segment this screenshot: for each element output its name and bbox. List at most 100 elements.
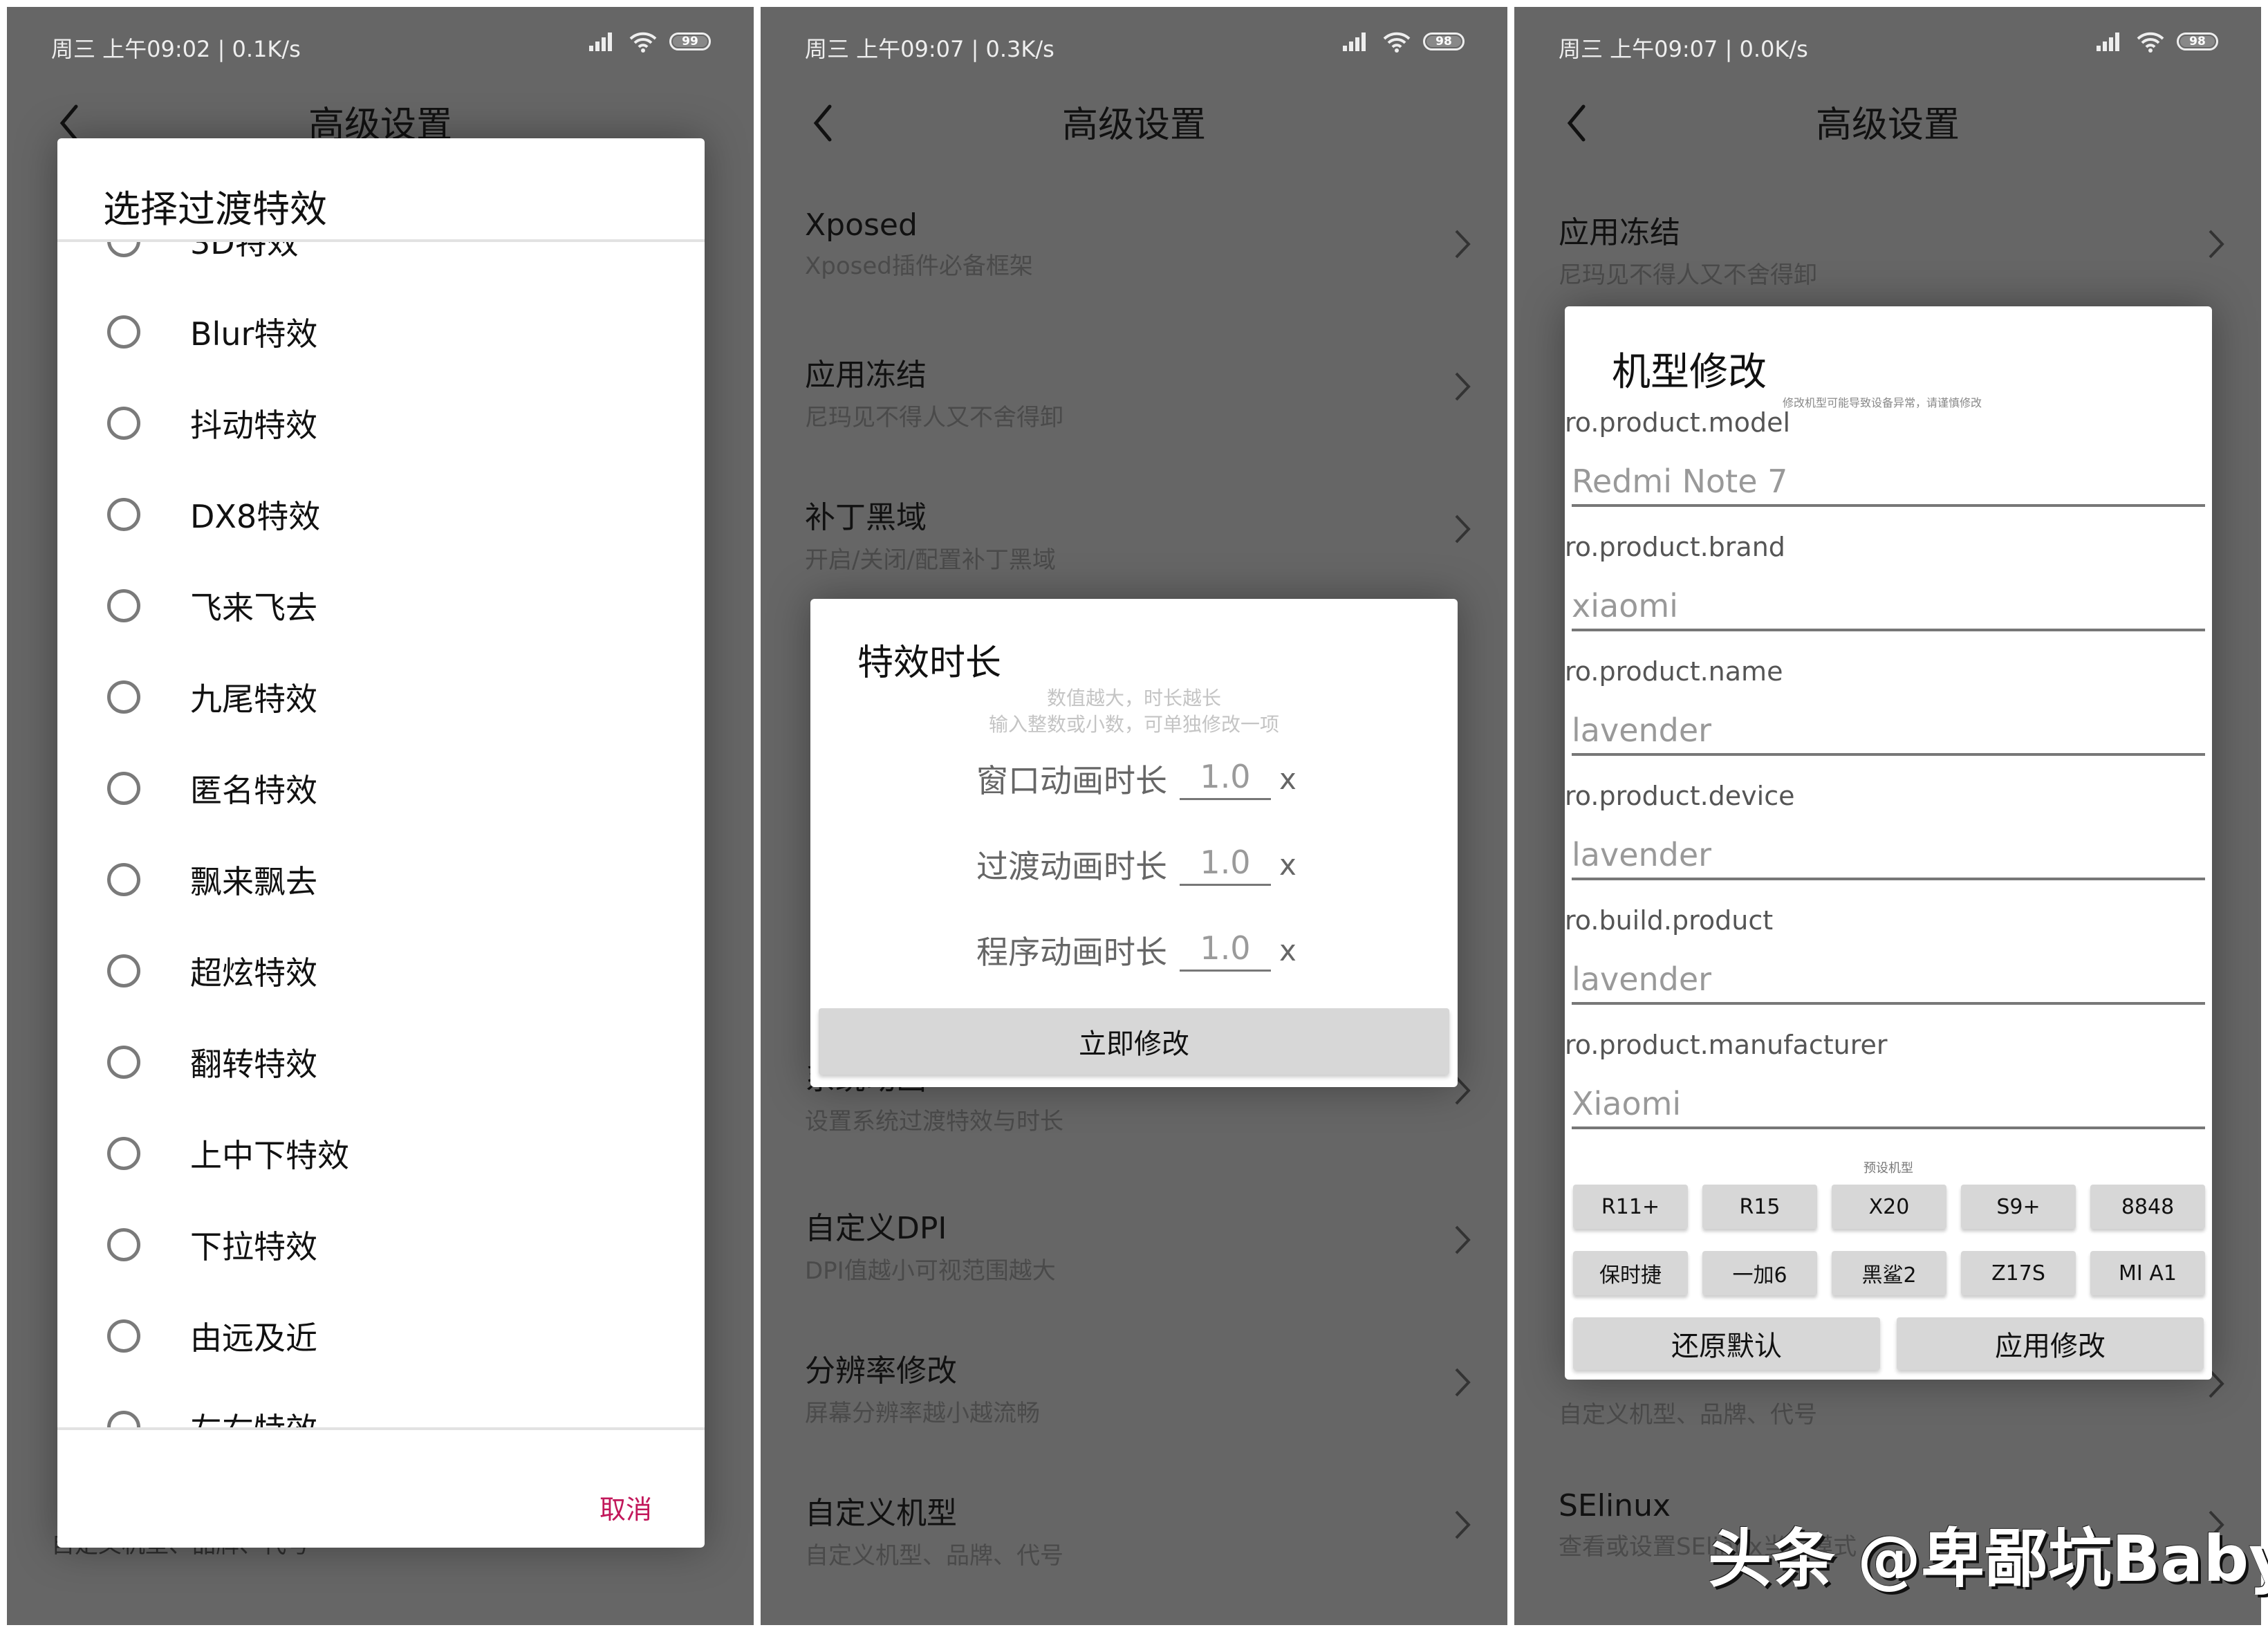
option-pulldown[interactable]: 下拉特效	[107, 1217, 317, 1272]
option-blur[interactable]: Blur特效	[107, 304, 317, 360]
field-label: ro.product.name	[1565, 656, 1783, 687]
animator-duration-input[interactable]: 1.0	[1180, 929, 1271, 972]
transition-animation-input[interactable]: 1.0	[1180, 844, 1271, 886]
preset-button[interactable]: X20	[1832, 1185, 1946, 1229]
watermark: 头条 @卑鄙坑Baby	[1708, 1522, 2268, 1596]
option-float[interactable]: 飘来飘去	[107, 852, 317, 907]
radio-icon[interactable]	[107, 1228, 140, 1261]
preset-caption: 预设机型	[1863, 1161, 1913, 1176]
signal-icon	[1343, 33, 1366, 51]
preset-button[interactable]: MI A1	[2090, 1251, 2205, 1295]
product-manufacturer-input[interactable]: Xiaomi	[1572, 1085, 2205, 1129]
chevron-right-icon	[2209, 230, 2224, 259]
option-leftright[interactable]: 左右特效	[107, 1400, 317, 1427]
radio-icon[interactable]	[107, 863, 140, 896]
dialog-title: 机型修改	[1612, 350, 1767, 395]
product-name-input[interactable]: lavender	[1572, 712, 2205, 756]
option-dx8[interactable]: DX8特效	[107, 487, 320, 542]
preset-button[interactable]: Z17S	[1961, 1251, 2076, 1295]
field-label: ro.product.manufacturer	[1565, 1030, 1888, 1060]
radio-icon[interactable]	[107, 407, 140, 440]
list-item-resolution[interactable]: 分辨率修改 屏幕分辨率越小越流畅	[805, 1346, 1480, 1436]
preset-button[interactable]: S9+	[1961, 1185, 2076, 1229]
option-3d[interactable]: 3D特效	[107, 241, 299, 268]
list-item-blackdomain[interactable]: 补丁黑域 开启/关闭/配置补丁黑域	[805, 492, 1480, 582]
transition-effect-dialog: 选择过渡特效 3D特效 Blur特效 抖动特效 DX8特效 飞来飞去 九尾特效 …	[57, 138, 705, 1548]
radio-icon[interactable]	[107, 954, 140, 987]
effect-option-list[interactable]: 3D特效 Blur特效 抖动特效 DX8特效 飞来飞去 九尾特效 匿名特效 飘来…	[57, 241, 705, 1427]
screen-model-modify: 周三 上午09:07 | 0.0K/s 98 高级设置 应用冻结 尼玛见不得人又不…	[1514, 7, 2261, 1625]
status-icons: 98	[2097, 30, 2218, 53]
dialog-title: 特效时长	[857, 642, 1002, 684]
cancel-button[interactable]: 取消	[599, 1488, 652, 1526]
preset-button[interactable]: 8848	[2090, 1185, 2205, 1229]
dialog-title: 选择过渡特效	[103, 187, 327, 231]
preset-button[interactable]: R11+	[1573, 1185, 1688, 1229]
option-updown[interactable]: 上中下特效	[107, 1126, 349, 1181]
radio-icon[interactable]	[107, 241, 140, 257]
option-flip[interactable]: 翻转特效	[107, 1035, 317, 1090]
radio-icon[interactable]	[107, 772, 140, 805]
hint-text: 输入整数或小数，可单独修改一项	[988, 713, 1279, 736]
list-item-app-freeze[interactable]: 应用冻结 尼玛见不得人又不舍得卸	[805, 350, 1480, 440]
chevron-right-icon	[1455, 1368, 1471, 1397]
preset-button[interactable]: 黑鲨2	[1832, 1251, 1946, 1295]
radio-icon[interactable]	[107, 1046, 140, 1079]
chevron-right-icon	[1455, 514, 1471, 544]
status-bar-text: 周三 上午09:07 | 0.0K/s	[1559, 36, 1808, 62]
option-fly[interactable]: 飞来飞去	[107, 578, 317, 633]
hint-text: 数值越大，时长越长	[1046, 687, 1221, 710]
build-product-input[interactable]: lavender	[1572, 961, 2205, 1005]
radio-icon[interactable]	[107, 680, 140, 714]
radio-icon[interactable]	[107, 1137, 140, 1170]
field-label: ro.build.product	[1565, 905, 1774, 936]
transition-animation-row: 过渡动画时长 1.0 x	[976, 843, 1296, 886]
option-anonymous[interactable]: 匿名特效	[107, 761, 317, 816]
divider	[57, 1427, 705, 1430]
option-shake[interactable]: 抖动特效	[107, 396, 317, 451]
radio-icon[interactable]	[107, 498, 140, 531]
option-ninetail[interactable]: 九尾特效	[107, 669, 317, 725]
preset-button[interactable]: R15	[1702, 1185, 1817, 1229]
preset-button[interactable]: 保时捷	[1573, 1251, 1688, 1295]
product-model-input[interactable]: Redmi Note 7	[1572, 463, 2205, 507]
signal-icon	[2097, 33, 2119, 51]
apply-modify-button[interactable]: 应用修改	[1897, 1317, 2204, 1370]
radio-icon[interactable]	[107, 315, 140, 349]
restore-default-button[interactable]: 还原默认	[1573, 1317, 1880, 1370]
apply-now-button[interactable]: 立即修改	[819, 1008, 1449, 1075]
chevron-right-icon	[1455, 1225, 1471, 1254]
option-cool[interactable]: 超炫特效	[107, 943, 317, 999]
status-bar-text: 周三 上午09:02 | 0.1K/s	[51, 36, 301, 62]
list-item-xposed[interactable]: Xposed Xposed插件必备框架	[805, 207, 1480, 297]
list-item-dpi[interactable]: 自定义DPI DPI值越小可视范围越大	[805, 1203, 1480, 1293]
option-near[interactable]: 由远及近	[107, 1308, 317, 1364]
animation-duration-dialog: 特效时长 数值越大，时长越长 输入整数或小数，可单独修改一项 窗口动画时长 1.…	[810, 599, 1458, 1087]
model-modify-dialog: 机型修改 修改机型可能导致设备异常，请谨慎修改 ro.product.model…	[1565, 306, 2212, 1380]
field-label: ro.product.model	[1565, 407, 1791, 438]
wifi-icon	[2137, 32, 2164, 53]
screen-transition-effect: 周三 上午09:02 | 0.1K/s 99 高级设置 自定义机型、品牌、代号 …	[7, 7, 754, 1625]
wifi-icon	[629, 32, 657, 53]
preset-button[interactable]: 一加6	[1702, 1251, 1817, 1295]
battery-level: 98	[1426, 35, 1461, 48]
chevron-right-icon	[1455, 230, 1471, 259]
list-item-custom-model[interactable]: 自定义机型自定义机型、品牌、代号	[805, 1488, 1480, 1578]
divider	[57, 239, 705, 242]
warning-text: 修改机型可能导致设备异常，请谨慎修改	[1783, 396, 1982, 409]
field-label: ro.product.brand	[1565, 532, 1785, 562]
radio-icon[interactable]	[107, 1319, 140, 1353]
page-title: 高级设置	[1815, 104, 1960, 146]
product-device-input[interactable]: lavender	[1572, 836, 2205, 880]
product-brand-input[interactable]: xiaomi	[1572, 587, 2205, 631]
battery-level: 99	[673, 35, 707, 48]
list-item-app-freeze[interactable]: 应用冻结 尼玛见不得人又不舍得卸	[1559, 207, 2233, 297]
status-bar-text: 周三 上午09:07 | 0.3K/s	[805, 36, 1054, 62]
screen-animation-duration: 周三 上午09:07 | 0.3K/s 98 高级设置 Xposed Xposed…	[761, 7, 1507, 1625]
battery-level: 98	[2180, 35, 2215, 48]
radio-icon[interactable]	[107, 1411, 140, 1427]
chevron-right-icon	[1455, 372, 1471, 401]
window-animation-input[interactable]: 1.0	[1180, 758, 1271, 800]
radio-icon[interactable]	[107, 589, 140, 622]
page-title: 高级设置	[1061, 104, 1206, 146]
